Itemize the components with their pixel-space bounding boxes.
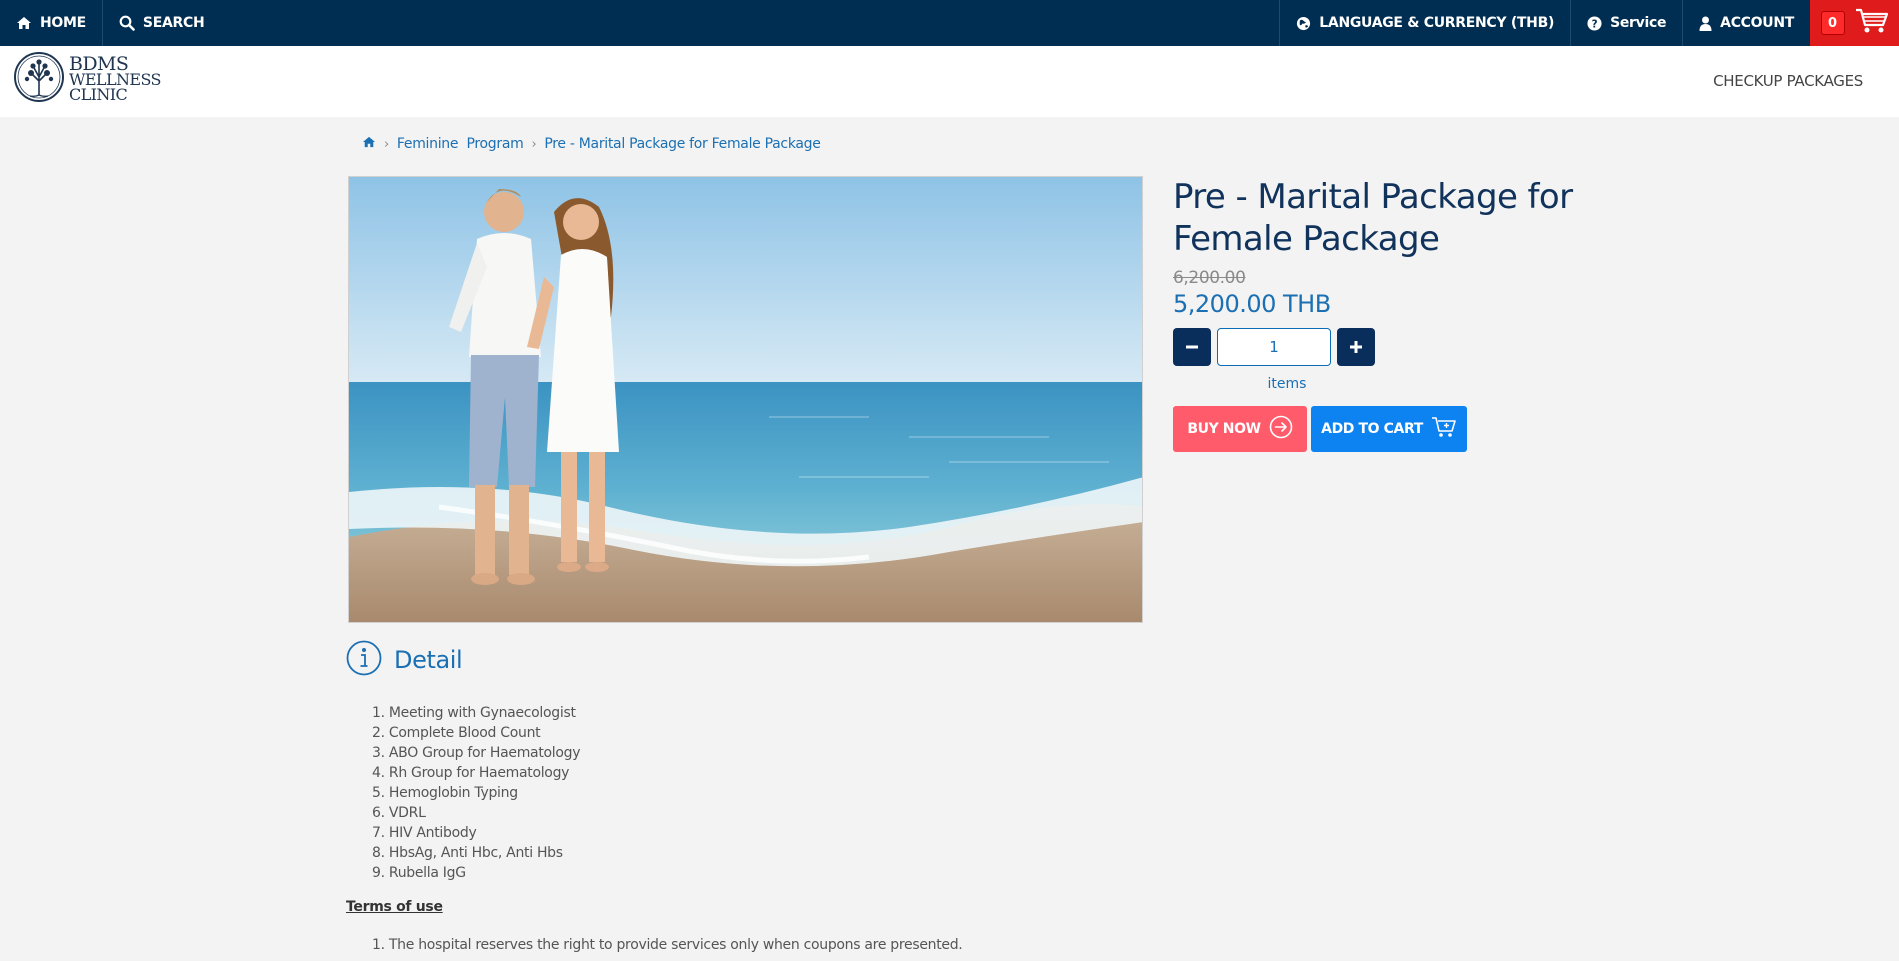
globe-icon [1296,16,1311,31]
search-label: SEARCH [142,15,205,31]
question-circle-icon: ? [1587,15,1602,31]
breadcrumb: › Feminine Program › Pre - Marital Packa… [362,136,821,152]
product-info: Pre - Marital Package for Female Package… [1173,176,1593,452]
original-price: 6,200.00 [1173,268,1246,288]
add-to-cart-label: ADD TO CART [1321,421,1423,437]
search-icon [119,15,135,31]
service-button[interactable]: ? Service [1570,0,1682,46]
home-link[interactable]: HOME [0,0,103,46]
add-to-cart-button[interactable]: ADD TO CART [1311,406,1467,452]
tree-logo-icon [13,51,65,107]
increase-quantity-button[interactable] [1337,328,1375,366]
logo-wordmark: BDMS WELLNESS CLINIC [69,54,162,104]
breadcrumb-category[interactable]: Feminine Program [397,136,524,152]
list-item: 8. HbsAg, Anti Hbc, Anti Hbs [372,845,563,861]
breadcrumb-current[interactable]: Pre - Marital Package for Female Package [544,136,821,152]
info-circle-icon [346,640,382,680]
detail-title: Detail [394,646,463,674]
buy-now-button[interactable]: BUY NOW [1173,406,1307,452]
logo-line-3: CLINIC [69,84,128,104]
home-label: HOME [40,15,86,31]
cart-button[interactable]: 0 [1810,0,1899,46]
top-bar: HOME SEARCH LANGUAGE & CURRENCY (THB) ? … [0,0,1899,46]
quantity-stepper [1173,328,1593,366]
search-link[interactable]: SEARCH [103,0,220,46]
bdms-logo[interactable]: BDMS WELLNESS CLINIC [13,51,162,107]
quantity-input[interactable] [1217,328,1331,366]
product-title: Pre - Marital Package for Female Package [1173,176,1593,260]
terms-list: 1. The hospital reserves the right to pr… [372,935,963,955]
list-item: 1. Meeting with Gynaecologist [372,705,576,721]
detail-list: 1. Meeting with Gynaecologist 2. Complet… [372,703,581,883]
terms-title: Terms of use [346,899,443,915]
items-label: items [1267,376,1307,392]
top-bar-left: HOME SEARCH [0,0,220,46]
buy-now-label: BUY NOW [1187,421,1261,437]
svg-text:?: ? [1592,18,1598,30]
list-item: 5. Hemoglobin Typing [372,785,518,801]
product-title-line-2: Female Package [1173,219,1440,259]
list-item: 1. The hospital reserves the right to pr… [372,937,963,953]
site-header: BDMS WELLNESS CLINIC CHECKUP PACKAGES [0,46,1899,117]
detail-heading: Detail [346,640,463,680]
service-label: Service [1610,15,1667,31]
cart-icon [1855,8,1889,38]
breadcrumb-separator-icon: › [384,136,389,152]
account-label: ACCOUNT [1720,15,1794,31]
nav-checkup-packages[interactable]: CHECKUP PACKAGES [1713,72,1863,90]
purchase-actions: BUY NOW ADD TO CART [1173,406,1593,452]
language-currency-label: LANGUAGE & CURRENCY (THB) [1319,15,1555,31]
account-button[interactable]: ACCOUNT [1682,0,1810,46]
list-item: 9. Rubella IgG [372,865,466,881]
decrease-quantity-button[interactable] [1173,328,1211,366]
arrow-right-circle-icon [1269,415,1293,443]
list-item: 2. Complete Blood Count [372,725,541,741]
breadcrumb-home-icon[interactable] [362,136,376,152]
user-icon [1699,16,1712,31]
top-bar-right: LANGUAGE & CURRENCY (THB) ? Service ACCO… [1279,0,1899,46]
cart-count-badge: 0 [1820,11,1845,35]
sale-price: 5,200.00 THB [1173,290,1331,318]
product-title-line-1: Pre - Marital Package for [1173,177,1573,217]
language-currency-button[interactable]: LANGUAGE & CURRENCY (THB) [1279,0,1570,46]
list-item: 7. HIV Antibody [372,825,477,841]
home-icon [16,16,32,30]
product-image [348,176,1143,623]
list-item: 4. Rh Group for Haematology [372,765,570,781]
list-item: 6. VDRL [372,805,426,821]
list-item: 3. ABO Group for Haematology [372,745,581,761]
cart-plus-icon [1431,416,1457,442]
breadcrumb-separator-icon: › [531,136,537,152]
